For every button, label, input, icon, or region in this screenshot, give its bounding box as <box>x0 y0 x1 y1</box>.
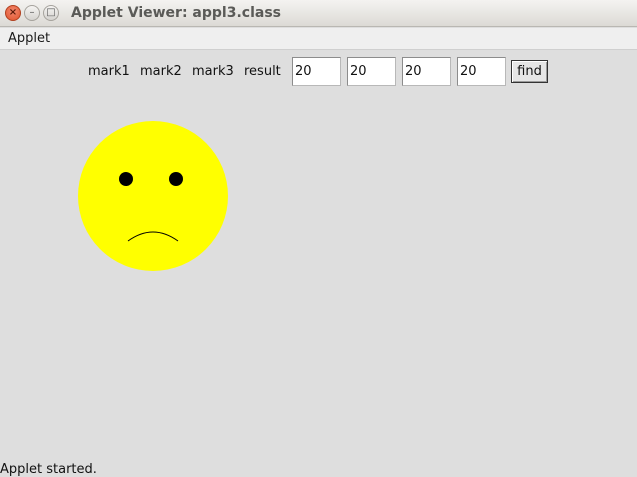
right-eye <box>169 172 183 186</box>
minimize-icon[interactable]: – <box>24 5 40 21</box>
window-title: Applet Viewer: appl3.class <box>71 5 281 21</box>
left-eye <box>119 172 133 186</box>
status-bar: Applet started. <box>0 462 97 477</box>
menu-bar: Applet <box>0 28 637 50</box>
title-bar: × – □ Applet Viewer: appl3.class <box>0 0 637 27</box>
close-icon[interactable]: × <box>5 5 21 21</box>
applet-viewer-window: × – □ Applet Viewer: appl3.class Applet … <box>0 0 637 477</box>
sad-face <box>78 121 228 271</box>
applet-canvas: mark1 mark2 mark3 result find Applet sta… <box>0 51 637 477</box>
face-circle <box>78 121 228 271</box>
menu-applet[interactable]: Applet <box>8 31 50 46</box>
maximize-icon[interactable]: □ <box>43 5 59 21</box>
